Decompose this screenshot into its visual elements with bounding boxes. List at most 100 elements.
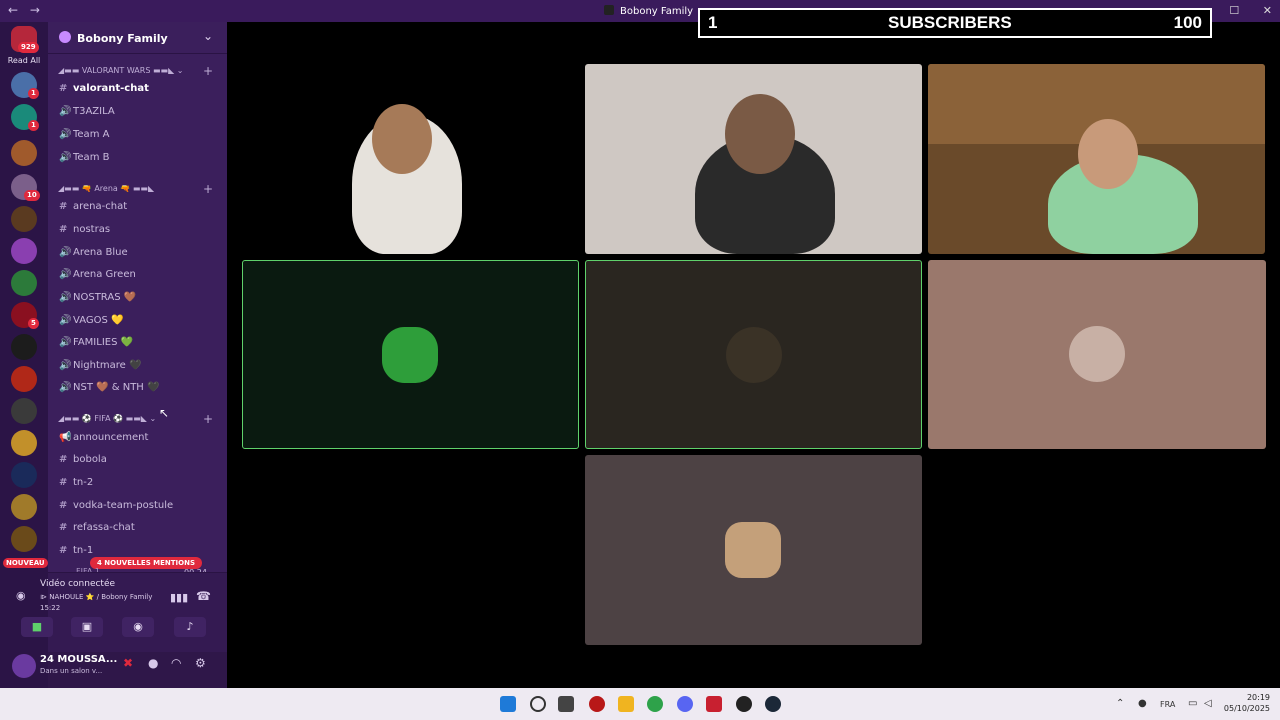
channel-item[interactable]: 🔊 VAGOS 💛 — [59, 315, 123, 326]
steam-icon[interactable] — [765, 696, 781, 712]
channel-item[interactable]: # bobola — [59, 454, 107, 465]
app-icon[interactable] — [706, 696, 722, 712]
channel-item[interactable]: # vodka-team-postule — [59, 500, 173, 511]
video-tile[interactable] — [585, 455, 922, 645]
maximize-button[interactable]: ☐ — [1229, 4, 1239, 17]
server-icon[interactable] — [11, 494, 37, 520]
video-tile[interactable] — [242, 260, 579, 449]
channel-item[interactable]: 🔊 NST 🤎 & NTH 🖤 — [59, 382, 159, 393]
channel-item[interactable]: 🔊 Team B — [59, 152, 109, 163]
soundboard-button[interactable]: ♪ — [174, 617, 206, 637]
category-label: ◢▬▬ ⚽ FIFA ⚽ ▬▬◣ ⌄ — [58, 414, 157, 423]
channel-item[interactable]: # nostras — [59, 224, 110, 235]
read-all-button[interactable]: Read All — [0, 56, 48, 65]
channel-item[interactable]: 🔊 Team A — [59, 129, 109, 140]
server-badge: 1 — [28, 120, 39, 131]
voice-location[interactable]: ⧐ NAHOULE ⭐ / Bobony Family — [40, 593, 152, 601]
system-clock[interactable]: 20:19 05/10/2025 — [1224, 692, 1270, 714]
server-icon[interactable] — [11, 366, 37, 392]
activity-button[interactable]: ◉ — [122, 617, 154, 637]
category-arena[interactable]: ◢▬▬ 🔫 Arena 🔫 ▬▬◣ + — [58, 182, 213, 196]
channel-name: announcement — [73, 432, 149, 443]
video-tile[interactable] — [928, 64, 1265, 254]
file-explorer-icon[interactable] — [618, 696, 634, 712]
category-label: ◢▬▬ 🔫 Arena 🔫 ▬▬◣ — [58, 184, 155, 193]
add-channel-icon[interactable]: + — [203, 412, 213, 426]
text-channel-icon: # — [59, 224, 68, 235]
disconnect-icon[interactable]: ☎ — [196, 589, 211, 603]
channel-item[interactable]: # refassa-chat — [59, 522, 135, 533]
chevron-down-icon[interactable]: ⌄ — [203, 29, 213, 43]
add-channel-icon[interactable]: + — [203, 64, 213, 78]
server-icon[interactable] — [11, 398, 37, 424]
server-icon[interactable] — [11, 206, 37, 232]
server-icon[interactable] — [11, 430, 37, 456]
camera-button[interactable]: ■ — [21, 617, 53, 637]
gear-icon[interactable]: ⚙ — [195, 656, 206, 670]
subscriber-overlay: 1 SUBSCRIBERS 100 — [698, 8, 1212, 38]
add-channel-icon[interactable]: + — [203, 182, 213, 196]
camera-off-icon[interactable]: ✖ — [123, 656, 133, 670]
category-fifa[interactable]: ◢▬▬ ⚽ FIFA ⚽ ▬▬◣ ⌄ + — [58, 412, 213, 426]
task-view-icon[interactable] — [558, 696, 574, 712]
server-icon[interactable] — [11, 270, 37, 296]
headphones-icon[interactable]: ◠ — [171, 656, 181, 670]
text-channel-icon: # — [59, 545, 68, 556]
discord-icon[interactable] — [677, 696, 693, 712]
new-badge[interactable]: NOUVEAU — [3, 558, 48, 568]
server-icon[interactable] — [11, 140, 37, 166]
server-icon[interactable] — [11, 334, 37, 360]
participant-head — [372, 104, 432, 174]
server-header[interactable]: Bobony Family ⌄ — [48, 22, 227, 54]
channel-name: Arena Green — [73, 269, 136, 280]
server-badge: 1 — [28, 88, 39, 99]
video-tile[interactable] — [928, 260, 1266, 449]
channel-item[interactable]: # tn-2 — [59, 477, 93, 488]
back-arrow-icon[interactable]: ← — [8, 3, 18, 17]
server-icon[interactable] — [11, 462, 37, 488]
avatar[interactable] — [12, 654, 36, 678]
voice-channel-icon: 🔊 — [59, 337, 72, 348]
noise-suppression-icon[interactable]: ▮▮▮ — [170, 591, 188, 604]
channel-item[interactable]: 🔊 Arena Green — [59, 269, 136, 280]
chrome-icon[interactable] — [647, 696, 663, 712]
channel-item[interactable]: 🔊 FAMILIES 💚 — [59, 337, 133, 348]
windows-start-icon[interactable] — [500, 696, 516, 712]
user-name[interactable]: 24 MOUSSA... — [40, 654, 117, 665]
channel-item[interactable]: # tn-1 — [59, 545, 93, 556]
volume-icon[interactable]: ◁ — [1204, 698, 1212, 709]
language-indicator[interactable]: FRA — [1160, 700, 1175, 709]
channel-item[interactable]: 🔊 NOSTRAS 🤎 — [59, 292, 136, 303]
category-valorant[interactable]: ◢▬▬ VALORANT WARS ▬▬◣ ⌄ + — [58, 64, 213, 78]
channel-item[interactable]: 🔊 Arena Blue — [59, 247, 128, 258]
text-channel-icon: # — [59, 500, 68, 511]
channel-item[interactable]: # arena-chat — [59, 201, 127, 212]
search-icon[interactable] — [530, 696, 546, 712]
channel-item[interactable]: 🔊 Nightmare 🖤 — [59, 360, 141, 371]
close-button[interactable]: ✕ — [1263, 4, 1272, 17]
channel-item[interactable]: # valorant-chat — [59, 83, 149, 94]
clock-date: 05/10/2025 — [1223, 704, 1270, 713]
window-title: Bobony Family — [604, 5, 693, 17]
channel-item[interactable]: 🔊 T3AZILA — [59, 106, 115, 117]
voice-channel-icon: 🔊 — [59, 106, 72, 117]
network-icon[interactable]: ▭ — [1188, 698, 1197, 709]
signal-icon[interactable]: ◉ — [16, 589, 26, 602]
obs-icon[interactable] — [736, 696, 752, 712]
microphone-tray-icon[interactable]: ● — [1138, 698, 1147, 709]
camera-icon: ■ — [31, 620, 43, 633]
video-tile[interactable] — [585, 64, 922, 254]
app-icon[interactable] — [589, 696, 605, 712]
overlay-title: SUBSCRIBERS — [888, 13, 1012, 32]
server-icon[interactable] — [11, 526, 37, 552]
channel-item[interactable]: 📢 announcement — [59, 432, 148, 443]
screen-share-button[interactable]: ▣ — [71, 617, 103, 637]
voice-channel-icon: 🔊 — [59, 315, 72, 326]
video-tile[interactable] — [242, 64, 579, 254]
tray-chevron-icon[interactable]: ⌃ — [1116, 698, 1124, 709]
server-icon[interactable] — [11, 238, 37, 264]
forward-arrow-icon[interactable]: → — [30, 3, 40, 17]
video-tile[interactable] — [585, 260, 922, 449]
microphone-icon[interactable]: ● — [148, 656, 158, 670]
voice-channel-icon: 🔊 — [59, 247, 72, 258]
